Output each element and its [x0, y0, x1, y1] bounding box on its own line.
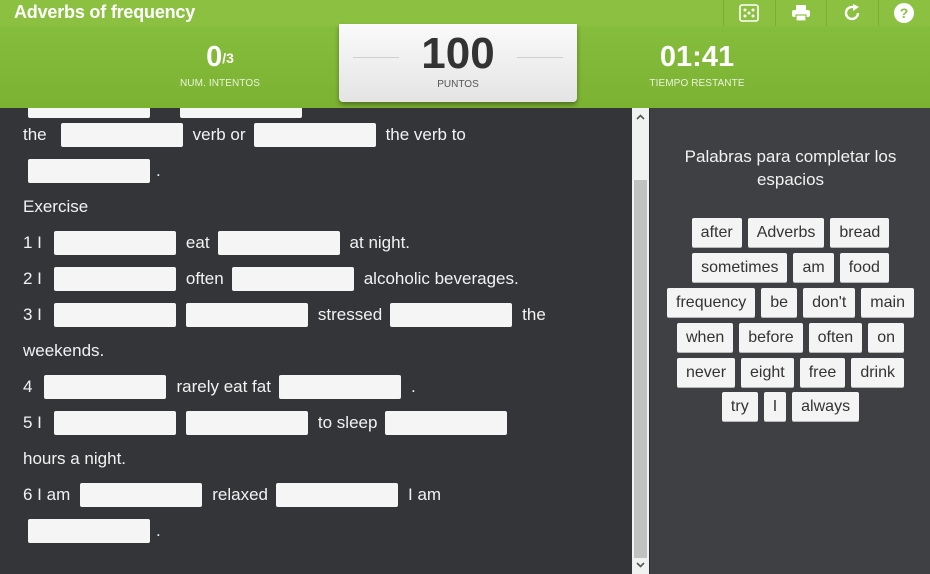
top-bar: Adverbs of frequency ?: [0, 0, 930, 26]
exercise-row: weekends.: [23, 341, 105, 360]
word-chip[interactable]: free: [799, 358, 846, 387]
blank-field[interactable]: [60, 123, 183, 147]
blank-field[interactable]: [390, 303, 513, 327]
print-button[interactable]: [775, 0, 825, 26]
scroll-up-arrow[interactable]: [632, 110, 649, 124]
word-bank-row: when before often on: [650, 323, 930, 352]
word-chip[interactable]: I: [763, 392, 787, 421]
word-chip[interactable]: sometimes: [692, 253, 788, 282]
points-value: 100: [421, 29, 495, 78]
scroll-down-arrow[interactable]: [632, 558, 649, 572]
word-chip[interactable]: Adverbs: [747, 218, 825, 247]
exercise-row: 3 I stressed the: [23, 303, 554, 327]
time-value: 01:41: [659, 41, 735, 73]
attempts-stat: 0/3 NUM. INTENTOS: [150, 42, 290, 90]
dice-icon: [738, 4, 759, 22]
word-chip[interactable]: always: [792, 392, 860, 421]
exercise-heading: Exercise: [23, 197, 89, 216]
word-chip[interactable]: on: [868, 323, 904, 352]
exercise-row-hidden: [23, 108, 312, 118]
blank-field[interactable]: [53, 411, 176, 435]
word-chip[interactable]: when: [676, 323, 734, 352]
time-stat: 01:41 TIEMPO RESTANTE: [622, 42, 772, 90]
blank-field[interactable]: [185, 411, 308, 435]
word-chip[interactable]: before: [739, 323, 803, 352]
app-title: Adverbs of frequency: [14, 2, 196, 22]
exercise-row: .: [28, 159, 169, 183]
blank-field[interactable]: [28, 159, 150, 183]
blank-field[interactable]: [217, 231, 340, 255]
word-chip[interactable]: often: [808, 323, 863, 352]
word-chip[interactable]: eight: [741, 358, 794, 387]
attempts-value: 0: [206, 41, 223, 73]
refresh-button[interactable]: [826, 0, 876, 26]
word-chip[interactable]: don't: [803, 288, 856, 317]
word-bank-row: sometimes am food: [650, 253, 930, 282]
blank-field[interactable]: [276, 483, 399, 507]
attempts-label: NUM. INTENTOS: [179, 78, 260, 89]
word-bank-panel: Palabras para completar los espacios aft…: [649, 108, 930, 574]
help-icon: ?: [893, 3, 914, 23]
blank-field[interactable]: [28, 108, 150, 118]
word-chip[interactable]: main: [861, 288, 914, 317]
blank-field[interactable]: [278, 375, 401, 399]
blank-field[interactable]: [53, 231, 176, 255]
word-chip[interactable]: food: [839, 253, 889, 282]
word-bank-row: frequency be don't main: [650, 288, 930, 317]
blank-field[interactable]: [253, 123, 376, 147]
word-bank-row: try I always: [650, 392, 930, 421]
attempts-total: /3: [222, 50, 234, 66]
word-chip[interactable]: after: [691, 218, 742, 247]
word-chip[interactable]: frequency: [667, 288, 756, 317]
blank-field[interactable]: [53, 267, 176, 291]
exercise-scrollbar[interactable]: [632, 108, 649, 574]
points-label: PUNTOS: [437, 79, 479, 90]
exercise-row: 2 I often alcoholic beverages.: [23, 267, 527, 291]
blank-field[interactable]: [231, 267, 354, 291]
blank-field[interactable]: [385, 411, 508, 435]
refresh-icon: [844, 4, 859, 21]
scroll-thumb[interactable]: [634, 180, 647, 558]
blank-field[interactable]: [180, 108, 302, 118]
word-chip[interactable]: bread: [830, 218, 890, 247]
chevron-down-icon: [636, 562, 645, 568]
blank-field[interactable]: [80, 483, 203, 507]
blank-field[interactable]: [53, 303, 176, 327]
word-bank-title: Palabras para completar los espacios: [684, 147, 897, 189]
word-chip[interactable]: try: [721, 392, 758, 421]
help-button[interactable]: ?: [878, 0, 928, 26]
print-icon: [791, 5, 810, 22]
time-label: TIEMPO RESTANTE: [649, 78, 745, 89]
word-chip[interactable]: drink: [851, 358, 904, 387]
points-card: 100 PUNTOS: [339, 24, 577, 102]
blank-field[interactable]: [185, 303, 308, 327]
exercise-row: .: [28, 519, 169, 543]
exercise-row: 1 I eat at night.: [23, 231, 418, 255]
word-bank-row: never eight free drink: [650, 358, 930, 387]
dice-button[interactable]: [723, 0, 773, 26]
exercise-row: 5 I to sleep: [23, 411, 517, 435]
exercise-panel: the verb or the verb to . Exercise 1 I e…: [0, 108, 632, 574]
blank-field[interactable]: [28, 519, 150, 543]
exercise-row: the verb or the verb to: [23, 123, 474, 147]
word-chip[interactable]: am: [793, 253, 834, 282]
exercise-row: 4 rarely eat fat .: [23, 375, 424, 399]
word-chip[interactable]: never: [677, 358, 736, 387]
chevron-up-icon: [636, 114, 645, 120]
exercise-row: hours a night.: [23, 449, 127, 468]
exercise-row: 6 I am relaxed I am: [23, 483, 449, 507]
svg-text:?: ?: [899, 5, 908, 21]
word-chip[interactable]: be: [761, 288, 798, 317]
blank-field[interactable]: [44, 375, 167, 399]
word-bank-row: after Adverbs bread: [650, 218, 930, 247]
